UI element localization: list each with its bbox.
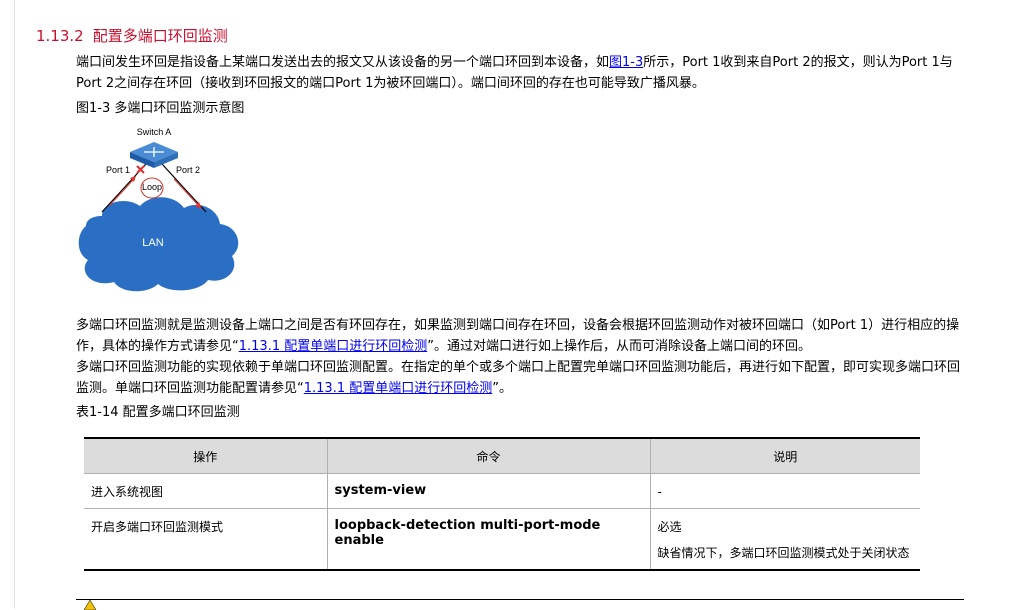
cell-notes: - — [649, 473, 920, 509]
intro-text-1: 端口间发生环回是指设备上某端口发送出去的报文又从该设备的另一个端口环回到本设备，… — [76, 55, 610, 70]
section-number: 1.13.2 — [36, 27, 84, 45]
dependency-text-2: ”。 — [492, 381, 512, 396]
port1-label: Port 1 — [106, 165, 130, 175]
figure-link[interactable]: 图1-3 — [609, 55, 643, 70]
config-table: 操作 命令 说明 进入系统视图 system-view - 开启多端口环回监测模… — [84, 437, 920, 571]
cell-command: system-view — [326, 473, 651, 509]
section-heading: 1.13.2 配置多端口环回监测 — [36, 25, 228, 46]
dependency-paragraph: 多端口环回监测功能的实现依赖于单端口环回监测配置。在指定的单个或多个端口上配置完… — [76, 357, 968, 399]
description-paragraph: 多端口环回监测就是监测设备上端口之间是否有环回存在，如果监测到端口间存在环回，设… — [76, 315, 968, 357]
table-row: 进入系统视图 system-view - — [84, 473, 920, 509]
table-caption: 表1-14 配置多端口环回监测 — [76, 405, 240, 420]
note-line: 必选 — [657, 520, 682, 534]
header-operation: 操作 — [84, 437, 328, 474]
note-line: - — [657, 485, 662, 499]
header-notes: 说明 — [649, 437, 920, 474]
single-port-link-2[interactable]: 1.13.1 配置单端口进行环回检测 — [304, 381, 492, 396]
loop-label: Loop — [142, 182, 162, 192]
switch-icon — [130, 142, 178, 168]
port2-label: Port 2 — [176, 165, 200, 175]
table-row: 开启多端口环回监测模式 loopback-detection multi-por… — [84, 508, 920, 571]
cell-command: loopback-detection multi-port-mode enabl… — [326, 508, 651, 571]
blocked-port-mark — [136, 165, 145, 174]
cell-notes: 必选 缺省情况下，多端口环回监测模式处于关闭状态 — [649, 508, 920, 571]
loop-diagram: LAN Loop Switch A Port 1 Port 2 — [78, 127, 239, 292]
cell-operation: 进入系统视图 — [84, 473, 328, 509]
single-port-link-1[interactable]: 1.13.1 配置单端口进行环回检测 — [239, 339, 427, 354]
description-text-2: ”。通过对端口进行如上操作后，从而可消除设备上端口间的环回。 — [427, 339, 811, 354]
switch-label: Switch A — [137, 127, 172, 137]
left-margin-rule — [14, 0, 15, 609]
note-divider — [76, 599, 964, 600]
section-title: 配置多端口环回监测 — [92, 27, 228, 45]
dependency-text-1: 多端口环回监测功能的实现依赖于单端口环回监测配置。在指定的单个或多个端口上配置完… — [76, 360, 961, 396]
table-header-row: 操作 命令 说明 — [84, 437, 920, 474]
figure-caption: 图1-3 多端口环回监测示意图 — [76, 101, 245, 116]
lan-label: LAN — [142, 237, 163, 249]
intro-paragraph: 端口间发生环回是指设备上某端口发送出去的报文又从该设备的另一个端口环回到本设备，… — [76, 52, 968, 94]
header-command: 命令 — [326, 437, 651, 474]
note-line: 缺省情况下，多端口环回监测模式处于关闭状态 — [657, 546, 910, 560]
cell-operation: 开启多端口环回监测模式 — [84, 508, 328, 571]
